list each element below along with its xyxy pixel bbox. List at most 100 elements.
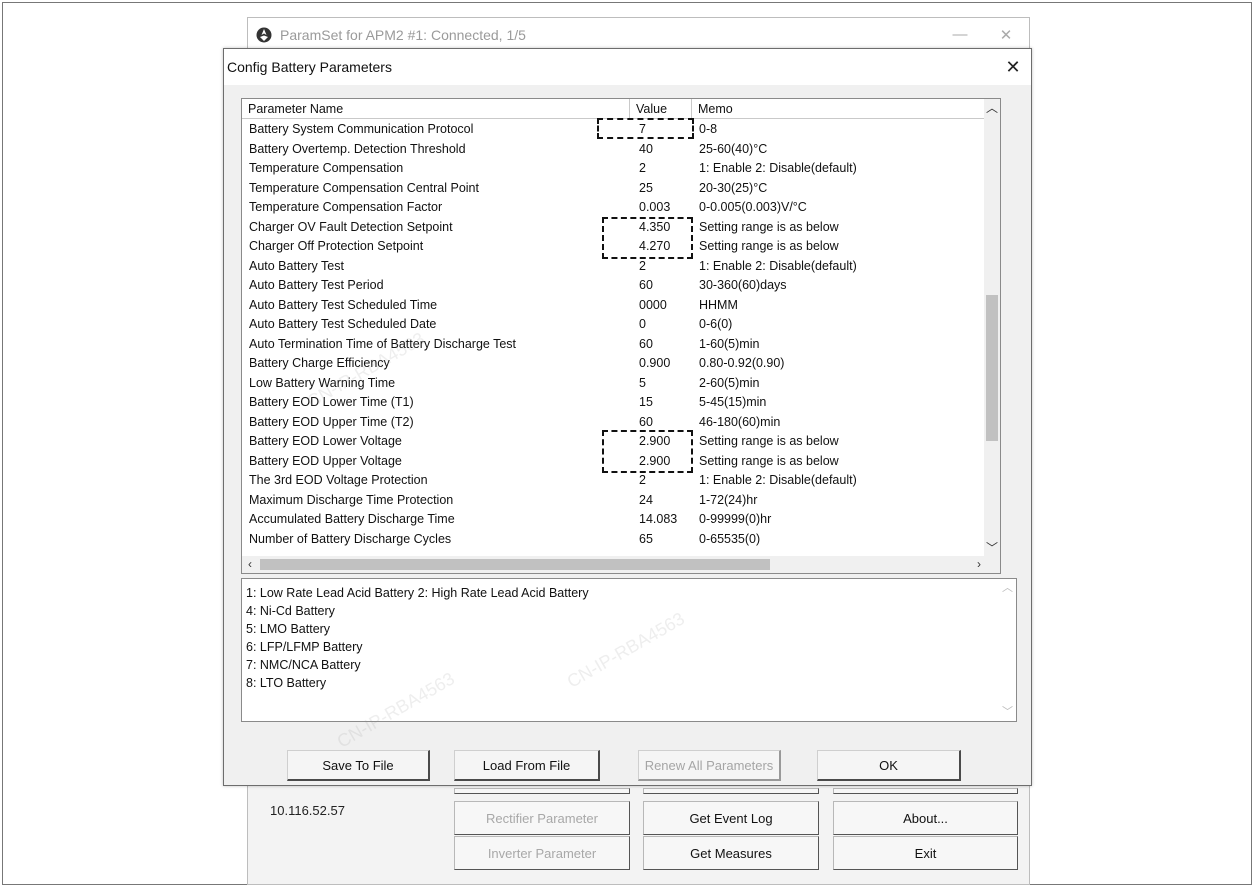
table-row[interactable]: Temperature Compensation Factor 0.003 0-0.… <box>242 198 987 218</box>
param-value-cell[interactable]: 65 <box>639 532 653 546</box>
exit-button[interactable]: Exit <box>833 836 1018 870</box>
save-to-file-button[interactable]: Save To File <box>287 750 430 781</box>
table-row[interactable]: Auto Battery Test 2 1: Enable 2: Disable(d… <box>242 257 987 277</box>
param-value-cell[interactable]: 4.350 <box>639 220 670 234</box>
param-value-cell[interactable]: 0.003 <box>639 200 670 214</box>
table-row[interactable]: Accumulated Battery Discharge Time 14.083… <box>242 510 987 530</box>
table-row[interactable]: Battery Overtemp. Detection Threshold 40 2… <box>242 140 987 160</box>
column-header-parameter-name[interactable]: Parameter Name <box>242 99 630 119</box>
param-name-cell: Auto Battery Test Scheduled Date <box>249 317 437 331</box>
description-line: 1: Low Rate Lead Acid Battery 2: High Ra… <box>246 586 589 600</box>
param-value-cell[interactable]: 60 <box>639 337 653 351</box>
table-row[interactable]: Auto Termination Time of Battery Dischar… <box>242 335 987 355</box>
param-value-cell[interactable]: 0.900 <box>639 356 670 370</box>
param-memo-cell: 46-180(60)min <box>699 414 781 429</box>
table-row[interactable]: Charger Off Protection Setpoint 4.270 Sett… <box>242 237 987 257</box>
description-line: 8: LTO Battery <box>246 676 327 690</box>
param-name-cell: Auto Termination Time of Battery Dischar… <box>249 336 517 351</box>
column-header-memo[interactable]: Memo <box>692 99 987 119</box>
table-row[interactable]: Battery EOD Lower Time (T1) 15 5-45(15)min <box>242 393 987 413</box>
param-name-cell: Temperature Compensation <box>249 161 404 175</box>
description-scrollbar[interactable]: ︿ ﹀ <box>999 579 1016 721</box>
param-name-cell: Accumulated Battery Discharge Time <box>249 512 455 526</box>
param-value-cell[interactable]: 2 <box>639 473 646 487</box>
description-scroll-down-icon[interactable]: ﹀ <box>999 703 1016 721</box>
parameter-list-header: Parameter Name Value Memo <box>242 99 987 119</box>
param-memo-cell: 1-60(5)min <box>699 336 760 351</box>
param-memo-cell: Setting range is as below <box>699 434 839 448</box>
description-scroll-up-icon[interactable]: ︿ <box>999 579 1016 597</box>
param-value-cell[interactable]: 0000 <box>639 298 667 312</box>
description-line: 5: LMO Battery <box>246 622 331 636</box>
horizontal-scroll-thumb[interactable] <box>260 559 770 570</box>
table-row[interactable]: Low Battery Warning Time 5 2-60(5)min <box>242 374 987 394</box>
table-row[interactable]: Maximum Discharge Time Protection 24 1-72(… <box>242 491 987 511</box>
parameter-description-box[interactable]: 1: Low Rate Lead Acid Battery 2: High Ra… <box>241 578 1017 722</box>
param-name-cell: Battery EOD Lower Voltage <box>249 434 402 448</box>
scroll-up-icon[interactable]: ︿ <box>984 99 1000 117</box>
rectifier-parameter-button[interactable]: Rectifier Parameter <box>454 801 630 835</box>
table-row[interactable]: Battery Charge Efficiency 0.900 0.80-0.92(… <box>242 354 987 374</box>
param-value-cell[interactable]: 15 <box>639 395 653 409</box>
get-event-log-button[interactable]: Get Event Log <box>643 801 819 835</box>
param-value-cell[interactable]: 24 <box>639 493 653 507</box>
table-row[interactable]: Battery System Communication Protocol 7 0-… <box>242 120 987 140</box>
param-name-cell: Charger OV Fault Detection Setpoint <box>249 219 453 234</box>
table-row[interactable]: Battery EOD Upper Time (T2) 60 46-180(60)m… <box>242 413 987 433</box>
param-value-cell[interactable]: 14.083 <box>639 512 677 526</box>
about-button[interactable]: About... <box>833 801 1018 835</box>
param-name-cell: Battery EOD Upper Voltage <box>249 453 402 468</box>
description-lines: 1: Low Rate Lead Acid Battery 2: High Ra… <box>246 586 1016 694</box>
param-value-cell[interactable]: 60 <box>639 278 653 292</box>
param-value-cell[interactable]: 0 <box>639 317 646 331</box>
column-header-value[interactable]: Value <box>630 99 692 119</box>
load-from-file-button[interactable]: Load From File <box>454 750 600 781</box>
vertical-scroll-thumb[interactable] <box>986 295 998 441</box>
dialog-close-button[interactable]: ✕ <box>995 57 1031 78</box>
table-row[interactable]: Battery EOD Lower Voltage 2.900 Setting ra… <box>242 432 987 452</box>
param-value-cell[interactable]: 25 <box>639 181 653 195</box>
main-close-button[interactable]: ✕ <box>983 26 1029 44</box>
param-name-cell: Maximum Discharge Time Protection <box>249 492 454 507</box>
config-battery-dialog: Config Battery Parameters ✕ Parameter Na… <box>223 48 1032 786</box>
param-memo-cell: 30-360(60)days <box>699 278 787 292</box>
hidden-button-strip-1 <box>454 788 630 794</box>
scroll-left-icon[interactable]: ‹ <box>242 556 258 573</box>
ok-button[interactable]: OK <box>817 750 961 781</box>
table-row[interactable]: Auto Battery Test Period 60 30-360(60)days <box>242 276 987 296</box>
scroll-down-icon[interactable]: ﹀ <box>984 539 1000 557</box>
param-memo-cell: Setting range is as below <box>699 219 839 234</box>
hidden-button-strip-2 <box>643 788 819 794</box>
table-row[interactable]: Temperature Compensation Central Point 25… <box>242 179 987 199</box>
param-value-cell[interactable]: 2.900 <box>639 434 670 448</box>
table-row[interactable]: The 3rd EOD Voltage Protection 2 1: Enable… <box>242 471 987 491</box>
param-memo-cell: 0-6(0) <box>699 317 733 331</box>
param-name-cell: Temperature Compensation Central Point <box>249 180 479 195</box>
table-row[interactable]: Temperature Compensation 2 1: Enable 2: Di… <box>242 159 987 179</box>
param-value-cell[interactable]: 40 <box>639 142 653 156</box>
param-value-cell[interactable]: 5 <box>639 376 646 390</box>
param-value-cell[interactable]: 2 <box>639 259 646 273</box>
param-value-cell[interactable]: 2 <box>639 161 646 175</box>
table-row[interactable]: Charger OV Fault Detection Setpoint 4.350… <box>242 218 987 238</box>
renew-all-parameters-button[interactable]: Renew All Parameters <box>638 750 781 781</box>
get-measures-button[interactable]: Get Measures <box>643 836 819 870</box>
parameter-list-horizontal-scrollbar[interactable]: ‹ › <box>242 556 987 573</box>
param-value-cell[interactable]: 2.900 <box>639 454 670 468</box>
param-value-cell[interactable]: 4.270 <box>639 239 670 253</box>
table-row[interactable]: Auto Battery Test Scheduled Time 0000 HHMM <box>242 296 987 316</box>
param-name-cell: Auto Battery Test Period <box>249 278 384 292</box>
param-memo-cell: 0-65535(0) <box>699 531 761 546</box>
param-value-cell[interactable]: 7 <box>639 122 646 136</box>
table-row[interactable]: Number of Battery Discharge Cycles 65 0-65… <box>242 530 987 550</box>
param-name-cell: Low Battery Warning Time <box>249 375 396 390</box>
table-row[interactable]: Auto Battery Test Scheduled Date 0 0-6(0) <box>242 315 987 335</box>
table-row[interactable]: Battery EOD Upper Voltage 2.900 Setting ra… <box>242 452 987 472</box>
param-value-cell[interactable]: 60 <box>639 415 653 429</box>
parameter-list[interactable]: Parameter Name Value Memo Battery System… <box>241 98 1001 574</box>
param-name-cell: Auto Battery Test Scheduled Time <box>249 297 438 312</box>
inverter-parameter-button[interactable]: Inverter Parameter <box>454 836 630 870</box>
minimize-button[interactable]: — <box>937 26 983 44</box>
parameter-list-vertical-scrollbar[interactable]: ︿ ﹀ <box>984 99 1000 557</box>
scrollbar-corner <box>984 556 1000 573</box>
